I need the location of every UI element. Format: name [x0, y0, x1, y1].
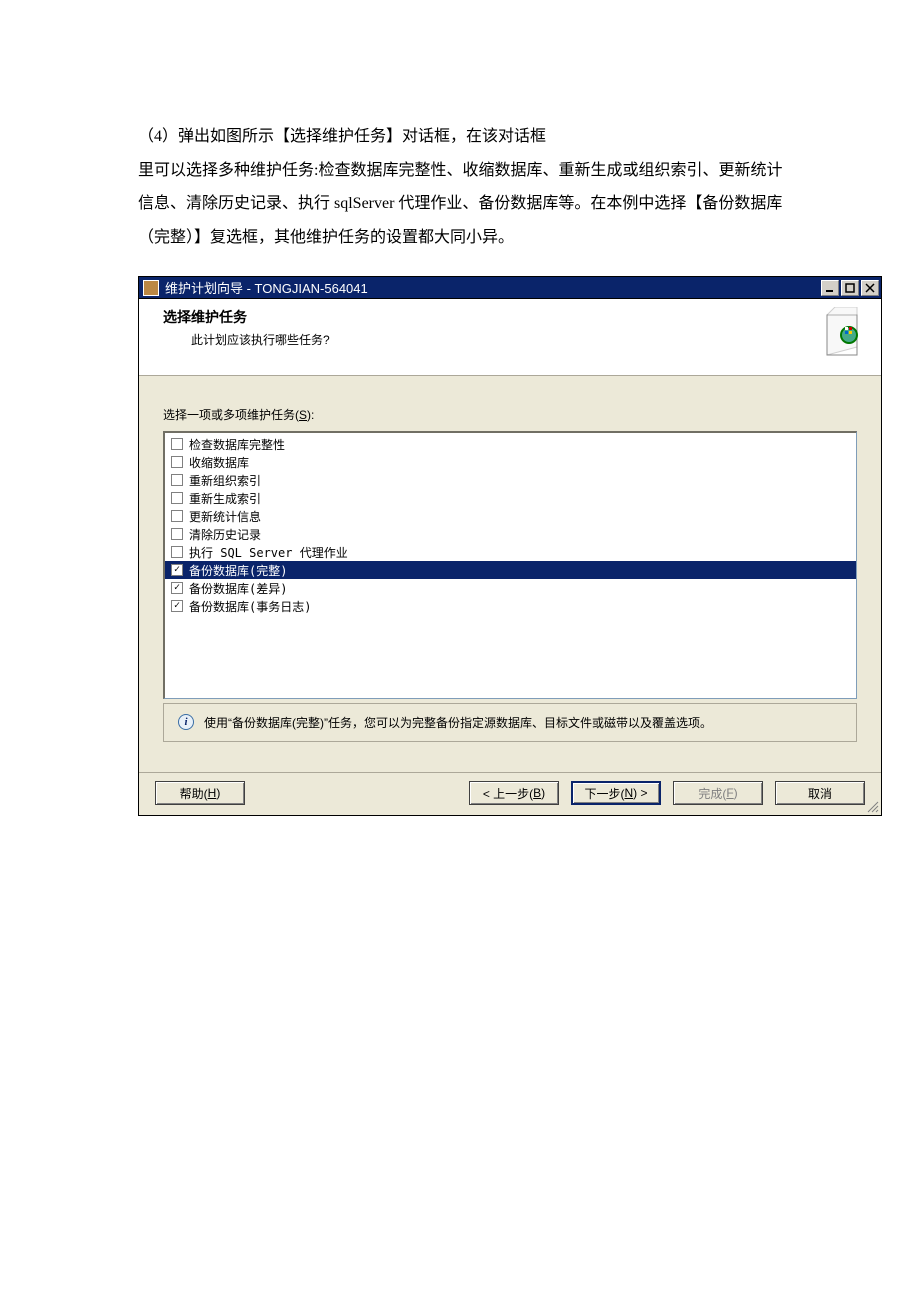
list-item-label: 收缩数据库 [189, 454, 249, 471]
dialog-body: 选择一项或多项维护任务(S): 检查数据库完整性收缩数据库重新组织索引重新生成索… [139, 376, 881, 742]
back-button[interactable]: < 上一步(B) [469, 781, 559, 805]
help-button[interactable]: 帮助(H) [155, 781, 245, 805]
info-icon: i [178, 714, 194, 730]
finish-button: 完成(F) [673, 781, 763, 805]
checkbox[interactable] [171, 474, 183, 486]
resize-grip[interactable] [865, 799, 879, 813]
list-item-label: 重新生成索引 [189, 490, 261, 507]
info-panel: i 使用“备份数据库(完整)”任务，您可以为完整备份指定源数据库、目标文件或磁带… [163, 703, 857, 742]
list-item-label: 重新组织索引 [189, 472, 261, 489]
header-text-block: 选择维护任务 此计划应该执行哪些任务? [163, 307, 801, 348]
prompt-label: 选择一项或多项维护任务(S): [163, 406, 857, 423]
checkbox[interactable] [171, 528, 183, 540]
checkbox[interactable] [171, 456, 183, 468]
titlebar: 维护计划向导 - TONGJIAN-564041 [139, 277, 881, 299]
info-text: 使用“备份数据库(完整)”任务，您可以为完整备份指定源数据库、目标文件或磁带以及… [204, 714, 712, 731]
list-item-label: 备份数据库(完整) [189, 562, 287, 579]
dialog-heading: 选择维护任务 [163, 307, 801, 327]
document-page: （4）弹出如图所示【选择维护任务】对话框，在该对话框 里可以选择多种维护任务:检… [0, 0, 920, 1302]
list-item[interactable]: 收缩数据库 [165, 453, 856, 471]
checkbox[interactable] [171, 438, 183, 450]
list-item-label: 备份数据库(差异) [189, 580, 287, 597]
app-icon [143, 280, 159, 296]
dialog-footer: 帮助(H) < 上一步(B) 下一步(N) > 完成(F) 取消 [139, 772, 881, 815]
dialog-subheading: 此计划应该执行哪些任务? [191, 331, 801, 348]
checkbox[interactable] [171, 564, 183, 576]
list-item-label: 更新统计信息 [189, 508, 261, 525]
close-button[interactable] [861, 280, 879, 296]
intro-line-1: （4）弹出如图所示【选择维护任务】对话框，在该对话框 [138, 120, 785, 154]
window-buttons [821, 277, 881, 298]
maximize-button[interactable] [841, 280, 859, 296]
list-item-label: 备份数据库(事务日志) [189, 598, 311, 615]
list-item-label: 检查数据库完整性 [189, 436, 285, 453]
dialog-header: 选择维护任务 此计划应该执行哪些任务? [139, 299, 881, 376]
checkbox[interactable] [171, 510, 183, 522]
checkbox[interactable] [171, 600, 183, 612]
list-item[interactable]: 清除历史记录 [165, 525, 856, 543]
list-item[interactable]: 检查数据库完整性 [165, 435, 856, 453]
list-item[interactable]: 备份数据库(差异) [165, 579, 856, 597]
next-button[interactable]: 下一步(N) > [571, 781, 661, 805]
list-item[interactable]: 重新组织索引 [165, 471, 856, 489]
list-item[interactable]: 更新统计信息 [165, 507, 856, 525]
intro-text: （4）弹出如图所示【选择维护任务】对话框，在该对话框 里可以选择多种维护任务:检… [138, 120, 785, 254]
cancel-button[interactable]: 取消 [775, 781, 865, 805]
checkbox[interactable] [171, 546, 183, 558]
checkbox[interactable] [171, 582, 183, 594]
checkbox[interactable] [171, 492, 183, 504]
task-listbox[interactable]: 检查数据库完整性收缩数据库重新组织索引重新生成索引更新统计信息清除历史记录执行 … [163, 431, 857, 699]
dialog-window: 维护计划向导 - TONGJIAN-564041 选择维护任务 此计划应该执行哪… [138, 276, 882, 816]
minimize-button[interactable] [821, 280, 839, 296]
list-item-label: 执行 SQL Server 代理作业 [189, 544, 348, 561]
wizard-icon [801, 307, 861, 367]
window-title: 维护计划向导 - TONGJIAN-564041 [165, 278, 821, 297]
list-item[interactable]: 执行 SQL Server 代理作业 [165, 543, 856, 561]
intro-line-2: 里可以选择多种维护任务:检查数据库完整性、收缩数据库、重新生成或组织索引、更新统… [138, 154, 785, 255]
list-item-label: 清除历史记录 [189, 526, 261, 543]
list-item[interactable]: 重新生成索引 [165, 489, 856, 507]
list-item[interactable]: 备份数据库(事务日志) [165, 597, 856, 615]
list-item[interactable]: 备份数据库(完整) [165, 561, 856, 579]
